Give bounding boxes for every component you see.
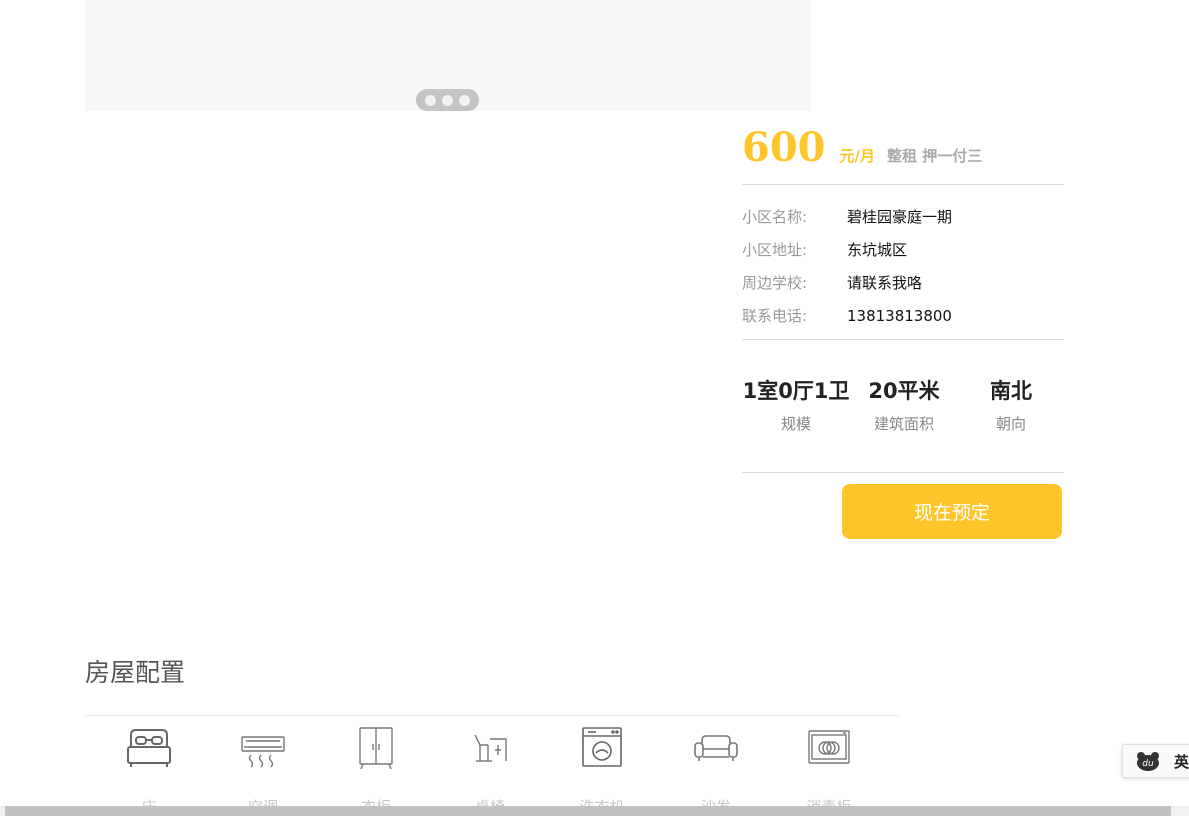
info-value: 请联系我咯 — [847, 274, 923, 292]
info-row-address: 小区地址: 东坑城区 — [742, 233, 952, 266]
sterilizer-cabinet-icon — [808, 730, 850, 764]
facility-sterilizer-cabinet: 消毒柜 — [779, 727, 879, 816]
photo-carousel[interactable] — [85, 0, 811, 111]
stat-value: 南北 — [990, 379, 1032, 403]
info-label: 小区名称: — [742, 208, 808, 226]
property-stats: 1室0厅1卫 规模 20平米 建筑面积 南北 朝向 — [742, 375, 1064, 434]
stat-label: 朝向 — [995, 415, 1026, 433]
stat-orientation: 南北 朝向 — [958, 375, 1064, 434]
facility-washing-machine: 洗衣机 — [552, 727, 652, 816]
carousel-pagination — [416, 89, 479, 111]
divider — [742, 184, 1064, 185]
stat-label: 建筑面积 — [873, 415, 934, 433]
scrollbar-thumb[interactable] — [5, 806, 1171, 816]
info-row-phone: 联系电话: 13813813800 — [742, 299, 952, 332]
info-value: 13813813800 — [847, 306, 952, 325]
horizontal-scrollbar[interactable] — [0, 806, 1189, 816]
bed-icon — [127, 729, 171, 767]
book-now-button[interactable]: 现在预定 — [842, 484, 1062, 539]
paw-logo-icon: du — [1137, 752, 1159, 771]
section-divider — [85, 715, 899, 716]
facility-bed: 床 — [99, 727, 199, 816]
stat-value: 1室0厅1卫 — [742, 379, 850, 403]
stat-layout: 1室0厅1卫 规模 — [742, 375, 850, 434]
svg-text:du: du — [1142, 759, 1154, 769]
facility-wardrobe: 衣柜 — [326, 727, 426, 816]
info-value: 碧桂园豪庭一期 — [847, 208, 953, 226]
facility-sofa: 沙发 — [666, 727, 766, 816]
price-row: 600 元/月 整租 押一付三 — [742, 124, 982, 171]
rent-type: 整租 押一付三 — [886, 147, 983, 165]
divider — [742, 339, 1064, 340]
facility-desk-chair: 桌椅 — [440, 727, 540, 816]
info-label: 联系电话: — [742, 307, 808, 325]
info-row-community: 小区名称: 碧桂园豪庭一期 — [742, 200, 952, 233]
ime-mode-toggle[interactable]: 英 — [1174, 751, 1189, 772]
section-title: 房屋配置 — [85, 658, 186, 687]
price-unit: 元/月 — [839, 147, 875, 165]
carousel-dot-2[interactable] — [442, 94, 453, 106]
stat-area: 20平米 建筑面积 — [850, 375, 958, 434]
listing-page: 600 元/月 整租 押一付三 小区名称: 碧桂园豪庭一期 小区地址: 东坑城区… — [0, 0, 1189, 816]
info-row-schools: 周边学校: 请联系我咯 — [742, 266, 952, 299]
ime-toolbar[interactable]: du 英 — [1122, 744, 1189, 778]
washing-machine-icon — [582, 727, 622, 767]
divider — [742, 472, 1064, 473]
property-info-list: 小区名称: 碧桂园豪庭一期 小区地址: 东坑城区 周边学校: 请联系我咯 联系电… — [742, 200, 952, 332]
info-label: 小区地址: — [742, 241, 808, 259]
facility-air-conditioner: 空调 — [213, 727, 313, 816]
carousel-dot-3[interactable] — [459, 94, 470, 106]
info-label: 周边学校: — [742, 274, 808, 292]
air-conditioner-icon — [241, 736, 285, 768]
price-value: 600 — [742, 124, 826, 171]
stat-label: 规模 — [780, 415, 811, 433]
sofa-icon — [694, 735, 738, 761]
carousel-dot-1[interactable] — [425, 94, 436, 106]
info-value: 东坑城区 — [847, 241, 908, 259]
wardrobe-icon — [359, 727, 393, 769]
stat-value: 20平米 — [868, 379, 940, 403]
desk-chair-icon — [474, 734, 507, 762]
